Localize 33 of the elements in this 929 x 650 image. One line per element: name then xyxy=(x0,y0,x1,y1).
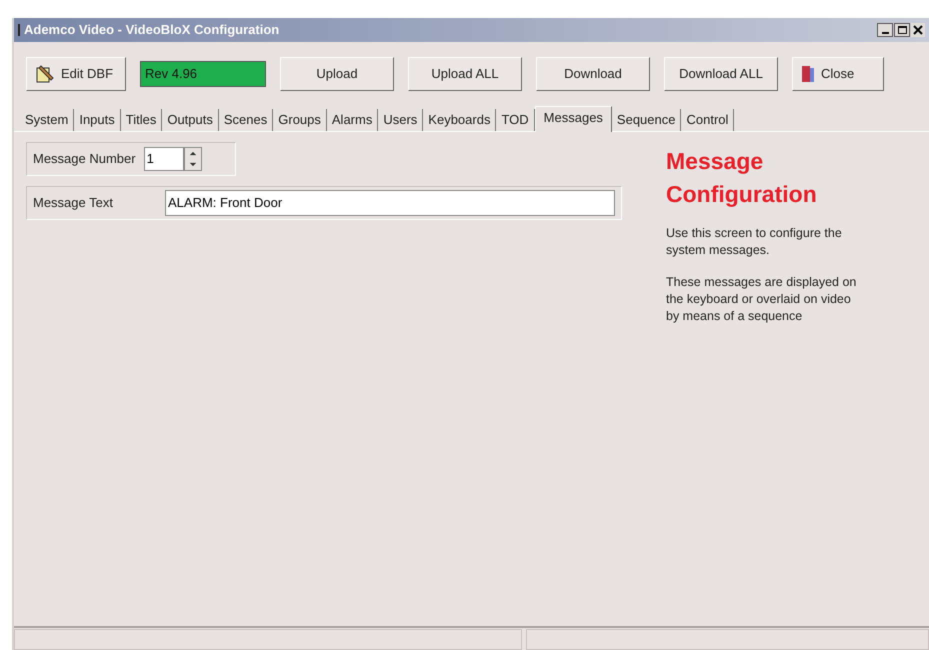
help-heading: Message Configuration xyxy=(666,147,818,209)
tab[interactable]: Inputs xyxy=(74,109,121,131)
maximize-icon[interactable] xyxy=(894,23,910,37)
tab[interactable]: Outputs xyxy=(162,109,219,131)
tab[interactable]: Messages xyxy=(534,106,612,132)
window-title: Ademco Video - VideoBloX Configuration xyxy=(24,21,280,40)
field-label: Message Text xyxy=(33,194,114,212)
tab[interactable]: Control xyxy=(681,109,734,131)
tab[interactable]: Scenes xyxy=(218,109,274,131)
tab[interactable]: Alarms xyxy=(326,109,378,131)
toolbar-button[interactable]: Download xyxy=(536,57,650,91)
toolbar-button[interactable]: Upload xyxy=(280,57,394,91)
tab[interactable]: Keyboards xyxy=(423,109,496,131)
toolbar-button[interactable]: Upload ALL xyxy=(408,57,522,91)
tab[interactable]: Groups xyxy=(273,109,327,131)
revision-indicator: Rev 4.96 xyxy=(140,61,266,87)
close-icon[interactable] xyxy=(911,23,925,37)
door-icon xyxy=(801,65,815,83)
edit-document-icon xyxy=(35,64,55,84)
minimize-icon[interactable] xyxy=(877,23,893,37)
message-text-field[interactable]: ALARM: Front Door xyxy=(165,190,615,216)
field-label: Message Number xyxy=(33,150,136,168)
edit-button[interactable]: Edit DBF xyxy=(26,57,126,91)
help-paragraph: These messages are displayed on the keyboard or overlaid on video by means of a sequence xyxy=(666,274,858,325)
message-number-field[interactable]: 1 xyxy=(144,147,184,171)
tab[interactable]: Users xyxy=(378,109,424,131)
help-paragraph: Use this screen to configure the system messages. xyxy=(666,225,843,259)
tab[interactable]: Titles xyxy=(120,109,162,131)
toolbar-button[interactable]: Download ALL xyxy=(664,57,778,91)
tab[interactable]: System xyxy=(20,109,74,131)
tab[interactable]: Sequence xyxy=(612,109,682,131)
close-button[interactable]: Close xyxy=(792,57,884,91)
spinner-control[interactable] xyxy=(184,147,202,171)
